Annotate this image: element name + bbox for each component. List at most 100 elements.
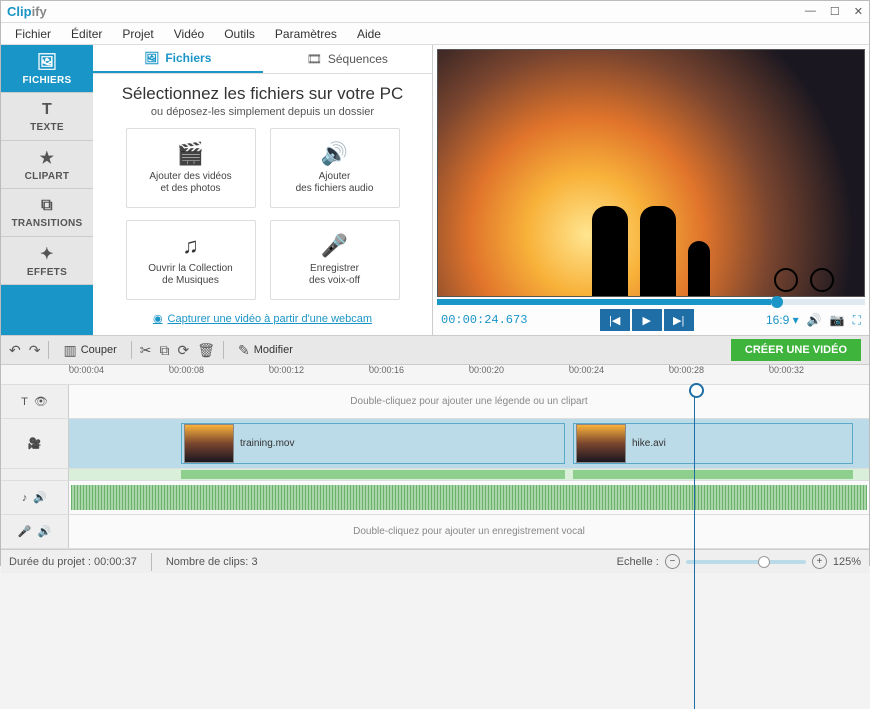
audio-waveform[interactable] — [71, 485, 867, 510]
files-panel: 🖼Fichiers 🎞Séquences Sélectionnez les fi… — [93, 45, 433, 335]
add-video-photo-button[interactable]: 🎬Ajouter des vidéos et des photos — [126, 128, 256, 208]
clip-label: hike.avi — [632, 438, 666, 449]
status-bar: Durée du projet : 00:00:37 Nombre de cli… — [1, 549, 869, 573]
audio-track[interactable]: ♪🔊 — [1, 481, 869, 515]
video-clip[interactable]: hike.avi — [573, 423, 853, 464]
ruler-mark: 00:00:28 — [669, 365, 769, 384]
app-logo: Clipify — [7, 4, 47, 19]
timeline-ruler[interactable]: 00:00:04 00:00:08 00:00:12 00:00:16 00:0… — [1, 365, 869, 385]
close-icon[interactable]: ✕ — [854, 5, 863, 18]
caption-track[interactable]: T 👁 Double-cliquez pour ajouter une légen… — [1, 385, 869, 419]
timeline-toolbar: ↶ ↷ ▥Couper ✂ ⧉ ⟳ 🗑 ✎Modifier CRÉER UNE … — [1, 335, 869, 365]
minimize-icon[interactable]: — — [805, 5, 816, 18]
music-icon: ♪ — [22, 492, 28, 504]
ruler-mark: 00:00:12 — [269, 365, 369, 384]
menu-project[interactable]: Projet — [114, 25, 161, 43]
image-icon: 🖼 — [144, 51, 159, 65]
undo-icon[interactable]: ↶ — [9, 342, 21, 359]
zoom-in-button[interactable]: + — [812, 554, 827, 569]
fullscreen-icon[interactable]: ⛶ — [853, 313, 861, 328]
wand-icon: ✦ — [40, 244, 54, 264]
camera-icon: 🎥 — [28, 437, 42, 450]
preview-video[interactable] — [437, 49, 865, 297]
edit-icon: ✎ — [238, 342, 250, 359]
preview-seek-bar[interactable] — [437, 299, 865, 305]
panel-title: Sélectionnez les fichiers sur votre PC — [107, 84, 418, 104]
scissors-icon[interactable]: ✂ — [140, 342, 152, 359]
ruler-mark: 00:00:32 — [769, 365, 869, 384]
sidebar-item-files[interactable]: 🖼FICHIERS — [1, 45, 93, 93]
menu-tools[interactable]: Outils — [216, 25, 263, 43]
sidebar-item-clipart[interactable]: ★CLIPART — [1, 141, 93, 189]
ruler-mark: 00:00:20 — [469, 365, 569, 384]
menu-help[interactable]: Aide — [349, 25, 389, 43]
webcam-capture-link[interactable]: ◉Capturer une vidéo à partir d'une webca… — [153, 312, 372, 325]
speaker-icon[interactable]: 🔊 — [33, 491, 47, 504]
add-audio-button[interactable]: 🔊Ajouter des fichiers audio — [270, 128, 400, 208]
sidebar-item-effects[interactable]: ✦EFFETS — [1, 237, 93, 285]
volume-icon[interactable]: 🔊 — [807, 313, 822, 327]
modify-button[interactable]: ✎Modifier — [232, 339, 299, 362]
ruler-mark: 00:00:16 — [369, 365, 469, 384]
crop-icon[interactable]: ⧉ — [160, 342, 170, 359]
next-button[interactable]: ▶| — [664, 309, 694, 331]
snapshot-icon[interactable]: 📷 — [830, 313, 845, 327]
sidebar: 🖼FICHIERS TTEXTE ★CLIPART ⧉TRANSITIONS ✦… — [1, 45, 93, 335]
microphone-icon: 🎤 — [18, 525, 32, 538]
playhead[interactable] — [694, 385, 695, 709]
record-voiceover-button[interactable]: 🎤Enregistrer des voix-off — [270, 220, 400, 300]
sidebar-item-text[interactable]: TTEXTE — [1, 93, 93, 141]
play-button[interactable]: ▶ — [632, 309, 662, 331]
redo-icon[interactable]: ↷ — [29, 342, 41, 359]
layers-icon: ⧉ — [41, 197, 53, 215]
aspect-ratio-selector[interactable]: 16:9 ▾ — [766, 313, 799, 327]
timeline-tracks: T 👁 Double-cliquez pour ajouter une légen… — [1, 385, 869, 549]
trash-icon[interactable]: 🗑 — [197, 342, 215, 359]
split-icon: ▥ — [63, 342, 76, 359]
menu-bar: Fichier Éditer Projet Vidéo Outils Param… — [1, 23, 869, 45]
sidebar-item-transitions[interactable]: ⧉TRANSITIONS — [1, 189, 93, 237]
speaker-icon[interactable]: 🔊 — [38, 525, 52, 538]
tab-sequences[interactable]: 🎞Séquences — [263, 45, 433, 73]
star-icon: ★ — [40, 148, 55, 168]
clip-thumbnail — [576, 424, 626, 463]
zoom-out-button[interactable]: − — [665, 554, 680, 569]
video-audio-track[interactable] — [1, 469, 869, 481]
eye-icon[interactable]: 👁 — [34, 395, 48, 408]
text-icon: T — [21, 396, 28, 408]
preview-timecode: 00:00:24.673 — [441, 313, 527, 327]
menu-edit[interactable]: Éditer — [63, 25, 110, 43]
title-bar: Clipify — ☐ ✕ — [1, 1, 869, 23]
preview-pane: 00:00:24.673 |◀ ▶ ▶| 16:9 ▾ 🔊 📷 ⛶ — [433, 45, 869, 335]
maximize-icon[interactable]: ☐ — [830, 5, 840, 18]
text-icon: T — [42, 101, 52, 119]
panel-subtitle: ou déposez-les simplement depuis un doss… — [107, 106, 418, 118]
open-music-collection-button[interactable]: ♫Ouvrir la Collection de Musiques — [126, 220, 256, 300]
webcam-icon: ◉ — [153, 312, 163, 325]
rotate-icon[interactable]: ⟳ — [178, 342, 190, 359]
voice-track[interactable]: 🎤 🔊 Double-cliquez pour ajouter un enregi… — [1, 515, 869, 549]
clip-label: training.mov — [240, 438, 294, 449]
menu-video[interactable]: Vidéo — [166, 25, 212, 43]
video-track[interactable]: 🎥 training.mov hike.avi — [1, 419, 869, 469]
ruler-mark: 00:00:08 — [169, 365, 269, 384]
music-icon: ♫ — [182, 233, 199, 259]
cut-button[interactable]: ▥Couper — [57, 339, 122, 362]
create-video-button[interactable]: CRÉER UNE VIDÉO — [731, 339, 861, 361]
voice-hint: Double-cliquez pour ajouter un enregistr… — [69, 526, 869, 537]
ruler-mark: 00:00:04 — [69, 365, 169, 384]
prev-button[interactable]: |◀ — [600, 309, 630, 331]
speaker-icon: 🔊 — [321, 141, 348, 167]
image-icon: 🖼 — [37, 52, 58, 72]
microphone-icon: 🎤 — [321, 233, 348, 259]
caption-hint: Double-cliquez pour ajouter une légende … — [69, 396, 869, 407]
zoom-slider[interactable] — [686, 560, 806, 564]
tab-files[interactable]: 🖼Fichiers — [93, 45, 263, 73]
clapper-icon: 🎬 — [177, 141, 204, 167]
menu-settings[interactable]: Paramètres — [267, 25, 345, 43]
clip-thumbnail — [184, 424, 234, 463]
film-icon: 🎞 — [307, 52, 322, 66]
menu-file[interactable]: Fichier — [7, 25, 59, 43]
video-clip[interactable]: training.mov — [181, 423, 565, 464]
ruler-mark: 00:00:24 — [569, 365, 669, 384]
